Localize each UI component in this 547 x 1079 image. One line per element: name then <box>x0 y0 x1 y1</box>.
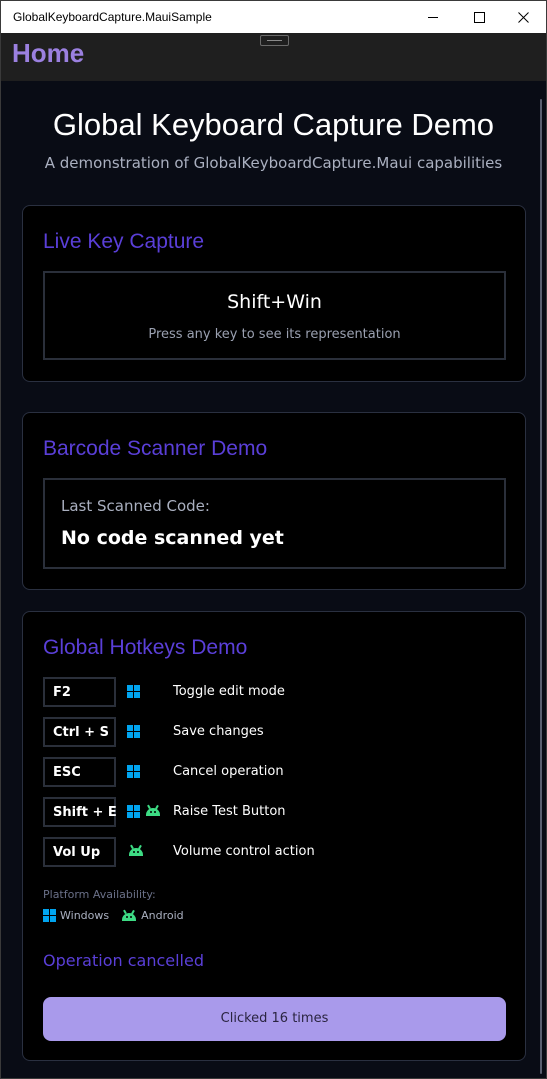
key-display: Shift+Win Press any key to see its repre… <box>43 271 506 360</box>
maximize-button[interactable] <box>456 1 502 33</box>
windows-icon <box>127 805 140 818</box>
scan-label: Last Scanned Code: <box>61 497 210 515</box>
barcode-card: Barcode Scanner Demo Last Scanned Code: … <box>22 412 526 590</box>
click-counter-button[interactable]: Clicked 16 times <box>43 997 506 1041</box>
drag-handle[interactable] <box>260 35 289 46</box>
close-icon <box>517 11 529 23</box>
hotkey-description: Cancel operation <box>173 764 284 779</box>
windows-icon <box>43 909 56 922</box>
hotkey-key: Vol Up <box>43 837 116 867</box>
hotkey-row: Shift + E Raise Test Button <box>43 797 503 827</box>
scrollbar[interactable] <box>540 99 542 1074</box>
window-title: GlobalKeyboardCapture.MauiSample <box>13 10 212 24</box>
android-icon <box>128 844 144 857</box>
windows-icon <box>127 685 140 698</box>
hotkey-row: ESC Cancel operation <box>43 757 503 787</box>
windows-icon <box>127 765 140 778</box>
hotkey-key: Ctrl + S <box>43 717 116 747</box>
hotkey-key: ESC <box>43 757 116 787</box>
scroll-content[interactable]: Global Keyboard Capture Demo A demonstra… <box>1 81 546 1078</box>
windows-icon <box>127 725 140 738</box>
live-capture-card: Live Key Capture Shift+Win Press any key… <box>22 205 526 382</box>
availability-legend: Windows Android <box>43 909 196 922</box>
availability-windows: Windows <box>60 909 110 922</box>
page-subtitle: A demonstration of GlobalKeyboardCapture… <box>44 154 503 172</box>
availability-android: Android <box>141 909 184 922</box>
card-title: Live Key Capture <box>43 230 205 253</box>
hotkey-key: Shift + E <box>43 797 117 827</box>
close-button[interactable] <box>500 1 546 33</box>
card-title: Global Hotkeys Demo <box>43 636 248 659</box>
scan-value: No code scanned yet <box>61 527 284 549</box>
android-icon <box>145 804 161 817</box>
capture-hint: Press any key to see its representation <box>148 327 401 342</box>
android-icon <box>121 909 137 922</box>
hotkey-description: Raise Test Button <box>173 804 286 819</box>
hotkey-key: F2 <box>43 677 116 707</box>
availability-label: Platform Availability: <box>43 888 156 901</box>
scan-display: Last Scanned Code: No code scanned yet <box>43 478 506 569</box>
hotkey-row: Ctrl + S Save changes <box>43 717 503 747</box>
page-title: Global Keyboard Capture Demo <box>52 107 495 142</box>
hotkey-description: Save changes <box>173 724 264 739</box>
card-title: Barcode Scanner Demo <box>43 437 268 460</box>
nav-bar: Home <box>1 33 546 81</box>
title-bar[interactable]: GlobalKeyboardCapture.MauiSample <box>1 1 546 33</box>
app-window: GlobalKeyboardCapture.MauiSample Home Gl… <box>0 0 547 1079</box>
status-text: Operation cancelled <box>43 951 204 970</box>
minimize-button[interactable] <box>410 1 456 33</box>
hotkeys-card: Global Hotkeys Demo F2 Toggle edit mode … <box>22 611 526 1061</box>
hotkey-row: Vol Up Volume control action <box>43 837 503 867</box>
captured-key: Shift+Win <box>227 291 322 313</box>
hotkey-row: F2 Toggle edit mode <box>43 677 503 707</box>
nav-title: Home <box>12 38 85 68</box>
hotkey-description: Volume control action <box>173 844 315 859</box>
hotkey-description: Toggle edit mode <box>173 684 285 699</box>
